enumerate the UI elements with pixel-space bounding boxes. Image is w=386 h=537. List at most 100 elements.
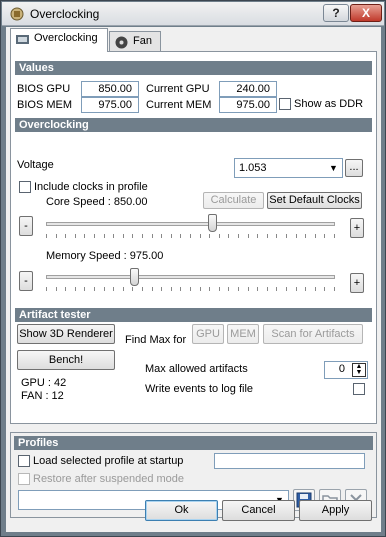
slider-tick	[247, 287, 249, 291]
slider-tick	[324, 287, 326, 291]
voltage-select[interactable]: 1.053 ▼	[234, 158, 343, 178]
overclocking-tab-page: Values BIOS GPU 850.00 Current GPU 240.0…	[10, 51, 377, 424]
slider-tick	[190, 287, 191, 291]
max-allowed-value: 0	[338, 363, 345, 375]
values-header: Values	[15, 61, 372, 75]
slider-tick	[324, 234, 326, 238]
slider-tick	[238, 287, 239, 291]
mem-plus-button[interactable]: +	[350, 273, 364, 293]
cancel-button[interactable]: Cancel	[222, 500, 295, 521]
help-button[interactable]: ?	[323, 4, 349, 22]
show-ddr-label: Show as DDR	[294, 98, 364, 110]
slider-tick	[46, 234, 47, 238]
current-mem-field[interactable]: 975.00	[219, 97, 277, 113]
slider-tick	[132, 287, 134, 291]
apply-button[interactable]: Apply	[299, 500, 372, 521]
show-3d-renderer-button[interactable]: Show 3D Renderer	[17, 324, 115, 344]
show-ddr-checkbox[interactable]	[279, 98, 291, 110]
restore-checkbox[interactable]	[18, 473, 30, 485]
core-slider-track[interactable]	[46, 222, 335, 226]
calculate-button[interactable]: Calculate	[203, 192, 264, 209]
max-allowed-spinner[interactable]: 0 ▲ ▼	[324, 361, 368, 379]
voltage-more-button[interactable]: ...	[345, 159, 363, 177]
set-default-clocks-button[interactable]: Set Default Clocks	[267, 192, 362, 209]
load-profile-checkbox[interactable]	[18, 455, 30, 467]
slider-tick	[103, 287, 105, 291]
slider-tick	[151, 234, 153, 238]
slider-tick	[142, 287, 143, 291]
slider-tick	[199, 287, 201, 291]
profiles-header: Profiles	[14, 436, 373, 450]
gpu-find-max-button[interactable]: GPU	[192, 324, 224, 344]
app-icon	[10, 7, 24, 21]
tab-overclocking-label: Overclocking	[34, 32, 98, 44]
startup-profile-field[interactable]	[214, 453, 365, 469]
load-profile-label: Load selected profile at startup	[33, 455, 184, 467]
scan-artifacts-button[interactable]: Scan for Artifacts	[263, 324, 363, 344]
core-speed-label: Core Speed : 850.00	[46, 196, 148, 208]
tab-fan[interactable]: Fan	[109, 31, 161, 52]
slider-tick	[286, 287, 287, 291]
slider-tick	[170, 287, 172, 291]
bios-gpu-field[interactable]: 850.00	[81, 81, 139, 97]
slider-tick	[218, 234, 220, 238]
slider-tick	[55, 234, 57, 238]
slider-tick	[334, 287, 335, 291]
voltage-label: Voltage	[17, 159, 54, 171]
core-minus-button[interactable]: -	[19, 216, 33, 236]
fan-status: FAN : 12	[21, 390, 64, 402]
slider-tick	[74, 234, 76, 238]
slider-tick	[295, 234, 297, 238]
slider-tick	[228, 234, 230, 238]
current-gpu-label: Current GPU	[146, 83, 210, 95]
slider-tick	[209, 287, 211, 291]
slider-tick	[334, 234, 335, 238]
core-slider-ticks	[46, 234, 335, 239]
write-events-label: Write events to log file	[145, 383, 254, 395]
slider-tick	[314, 287, 316, 291]
slider-tick	[84, 234, 86, 238]
slider-tick	[209, 234, 211, 238]
slider-tick	[218, 287, 220, 291]
slider-tick	[103, 234, 105, 238]
slider-tick	[161, 287, 163, 291]
slider-tick	[276, 287, 278, 291]
include-clocks-checkbox[interactable]	[19, 181, 31, 193]
fan-icon	[115, 36, 128, 49]
slider-tick	[113, 234, 115, 238]
write-events-checkbox[interactable]	[353, 383, 365, 395]
mem-slider-thumb[interactable]	[130, 268, 139, 286]
slider-tick	[94, 234, 95, 238]
include-clocks-label: Include clocks in profile	[34, 181, 148, 193]
slider-tick	[238, 234, 239, 238]
tab-overclocking[interactable]: Overclocking	[10, 28, 108, 52]
core-slider-thumb[interactable]	[208, 214, 218, 232]
mem-slider-track[interactable]	[46, 275, 335, 279]
slider-tick	[257, 234, 259, 238]
mem-minus-button[interactable]: -	[19, 271, 33, 291]
bios-mem-field[interactable]: 975.00	[81, 97, 139, 113]
voltage-value: 1.053	[239, 162, 267, 174]
current-gpu-field[interactable]: 240.00	[219, 81, 277, 97]
bench-button[interactable]: Bench!	[17, 350, 115, 370]
slider-tick	[286, 234, 287, 238]
title-bar[interactable]: Overclocking ? X	[2, 2, 384, 26]
slider-tick	[190, 234, 191, 238]
mem-find-max-button[interactable]: MEM	[227, 324, 259, 344]
memory-speed-label: Memory Speed : 975.00	[46, 250, 164, 262]
gpu-status: GPU : 42	[21, 377, 67, 389]
core-plus-button[interactable]: +	[350, 218, 364, 238]
bios-gpu-label: BIOS GPU	[17, 83, 71, 95]
max-allowed-label: Max allowed artifacts	[145, 363, 248, 375]
slider-tick	[305, 234, 307, 238]
slider-tick	[46, 287, 47, 291]
spin-arrows-icon[interactable]: ▲ ▼	[352, 363, 366, 377]
slider-tick	[247, 234, 249, 238]
ok-button[interactable]: Ok	[145, 500, 218, 521]
slider-tick	[228, 287, 230, 291]
slider-tick	[305, 287, 307, 291]
slider-tick	[142, 234, 143, 238]
slider-tick	[180, 287, 182, 291]
slider-tick	[122, 234, 124, 238]
close-button[interactable]: X	[350, 4, 382, 22]
